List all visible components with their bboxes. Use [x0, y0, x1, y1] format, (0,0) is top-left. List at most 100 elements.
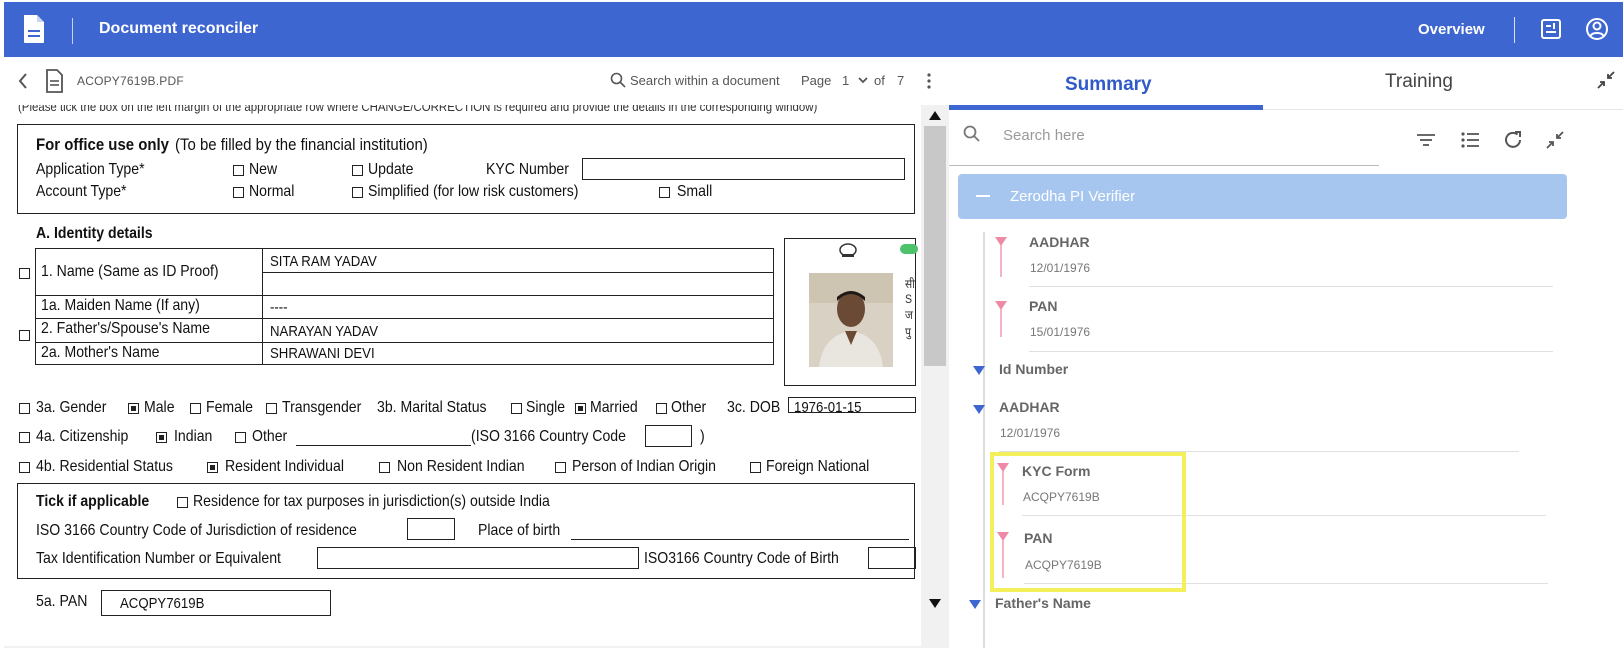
- page-select[interactable]: 1: [842, 73, 849, 88]
- doc-top-note: (Please tick the box on the left margin …: [18, 105, 818, 114]
- page-label: Page: [801, 73, 832, 88]
- gender-label: 3a. Gender: [36, 399, 107, 416]
- tab-summary[interactable]: Summary: [1065, 74, 1152, 96]
- name-label: 1. Name (Same as ID Proof): [41, 263, 219, 280]
- checkbox-simplified[interactable]: [352, 187, 363, 198]
- node-title-pan[interactable]: PAN: [1029, 298, 1058, 314]
- viewer-scrollbar[interactable]: [921, 105, 949, 648]
- opt-small: Small: [677, 183, 713, 200]
- node-title-aadhar-2[interactable]: AADHAR: [999, 399, 1060, 415]
- checkbox-pio[interactable]: [555, 462, 566, 473]
- verifier-group-name: Zerodha PI Verifier: [1010, 188, 1136, 205]
- node-title-id-number[interactable]: Id Number: [999, 361, 1068, 377]
- tin-label: Tax Identification Number or Equivalent: [36, 550, 281, 567]
- overview-link[interactable]: Overview: [1418, 21, 1485, 38]
- checkbox-female[interactable]: [190, 403, 201, 414]
- refresh-icon[interactable]: [1502, 129, 1524, 151]
- checkbox-male[interactable]: [128, 403, 139, 414]
- checkbox-tax-residence[interactable]: [177, 497, 188, 508]
- opt-simplified: Simplified (for low risk customers): [368, 183, 579, 200]
- app-frame: Document reconciler Overview ACOPY7619B.…: [4, 2, 1623, 648]
- checkbox-father-change[interactable]: [19, 330, 30, 341]
- other-country-line[interactable]: [296, 445, 471, 446]
- tab-training[interactable]: Training: [1385, 71, 1453, 93]
- report-icon[interactable]: [1538, 16, 1564, 42]
- kyc-number-field[interactable]: [582, 158, 905, 180]
- opt-male: Male: [144, 399, 175, 416]
- checkbox-name-change[interactable]: [19, 268, 30, 279]
- checkbox-new[interactable]: [233, 165, 244, 176]
- checkbox-indian[interactable]: [156, 432, 167, 443]
- search-underline: [949, 165, 1379, 166]
- user-account-icon[interactable]: [1584, 16, 1610, 42]
- back-arrow-icon[interactable]: [16, 71, 30, 91]
- checkbox-nri[interactable]: [379, 462, 390, 473]
- checkbox-residential-change[interactable]: [19, 462, 30, 473]
- checkbox-small[interactable]: [659, 187, 670, 198]
- document-viewer: ACOPY7619B.PDF Search within a document …: [4, 57, 949, 648]
- document-icon[interactable]: [22, 14, 46, 44]
- row-divider: [35, 318, 774, 319]
- filter-icon[interactable]: [1415, 129, 1437, 151]
- chevron-down-icon[interactable]: [857, 75, 869, 85]
- opt-update: Update: [368, 161, 414, 178]
- panel-search-row: [949, 113, 1623, 166]
- checkbox-normal[interactable]: [233, 187, 244, 198]
- scroll-thumb[interactable]: [924, 126, 946, 366]
- iso-code-label: (ISO 3166 Country Code: [471, 428, 626, 445]
- highlight-box: [990, 452, 1186, 592]
- header-divider: [72, 18, 73, 44]
- tick-note: Residence for tax purposes in jurisdicti…: [193, 493, 550, 510]
- mother-label: 2a. Mother's Name: [41, 344, 160, 361]
- active-tab-indicator: [949, 105, 1263, 110]
- iso-code-field[interactable]: [645, 425, 692, 447]
- checkbox-update[interactable]: [352, 165, 363, 176]
- pan-label: 5a. PAN: [36, 593, 88, 610]
- more-options-icon[interactable]: [926, 71, 932, 91]
- checkbox-other-citizenship[interactable]: [235, 432, 246, 443]
- search-icon[interactable]: [610, 72, 626, 88]
- maiden-label: 1a. Maiden Name (If any): [41, 297, 200, 314]
- iso-birth-label: ISO3166 Country Code of Birth: [644, 550, 839, 567]
- checkbox-gender-change[interactable]: [19, 403, 30, 414]
- checkbox-single[interactable]: [511, 403, 522, 414]
- app-title: Document reconciler: [99, 20, 259, 37]
- node-title-aadhar[interactable]: AADHAR: [1029, 234, 1090, 250]
- dob-value: 1976-01-15: [794, 399, 862, 416]
- place-birth-line[interactable]: [571, 539, 909, 540]
- collapse-panel-icon[interactable]: [1597, 71, 1615, 89]
- checkbox-resident[interactable]: [207, 462, 218, 473]
- checkbox-married[interactable]: [575, 403, 586, 414]
- blue-marker-icon: [973, 405, 985, 414]
- scroll-up-arrow-icon[interactable]: [929, 111, 941, 120]
- checkbox-transgender[interactable]: [266, 403, 277, 414]
- opt-female: Female: [206, 399, 253, 416]
- page-total: 7: [897, 73, 905, 88]
- collapse-dash-icon[interactable]: [976, 195, 990, 197]
- iso-jurisdiction-field[interactable]: [407, 518, 455, 540]
- panel-search-input[interactable]: [1003, 123, 1373, 147]
- verifier-group-header[interactable]: Zerodha PI Verifier: [958, 174, 1567, 219]
- checkbox-other-marital[interactable]: [656, 403, 667, 414]
- checkbox-foreign[interactable]: [750, 462, 761, 473]
- collapse-all-icon[interactable]: [1544, 129, 1566, 151]
- checkbox-citizenship-change[interactable]: [19, 432, 30, 443]
- iso-jurisdiction-label: ISO 3166 Country Code of Jurisdiction of…: [36, 522, 357, 539]
- node-value-aadhar: 12/01/1976: [1030, 261, 1091, 275]
- citizenship-label: 4a. Citizenship: [36, 428, 129, 445]
- opt-resident: Resident Individual: [225, 458, 344, 475]
- node-title-fathers-name[interactable]: Father's Name: [995, 595, 1091, 611]
- opt-nri: Non Resident Indian: [397, 458, 525, 475]
- opt-foreign: Foreign National: [766, 458, 870, 475]
- tin-field[interactable]: [317, 547, 639, 569]
- file-icon: [46, 69, 63, 93]
- iso-birth-field[interactable]: [868, 547, 916, 569]
- opt-married: Married: [590, 399, 638, 416]
- iso-close: ): [700, 428, 705, 445]
- scroll-down-arrow-icon[interactable]: [929, 599, 941, 608]
- document-search-input[interactable]: Search within a document: [630, 73, 780, 88]
- tree-guide-line: [983, 232, 985, 648]
- file-name: ACOPY7619B.PDF: [77, 74, 184, 88]
- pan-value: ACQPY7619B: [120, 595, 205, 612]
- list-view-icon[interactable]: [1459, 129, 1481, 151]
